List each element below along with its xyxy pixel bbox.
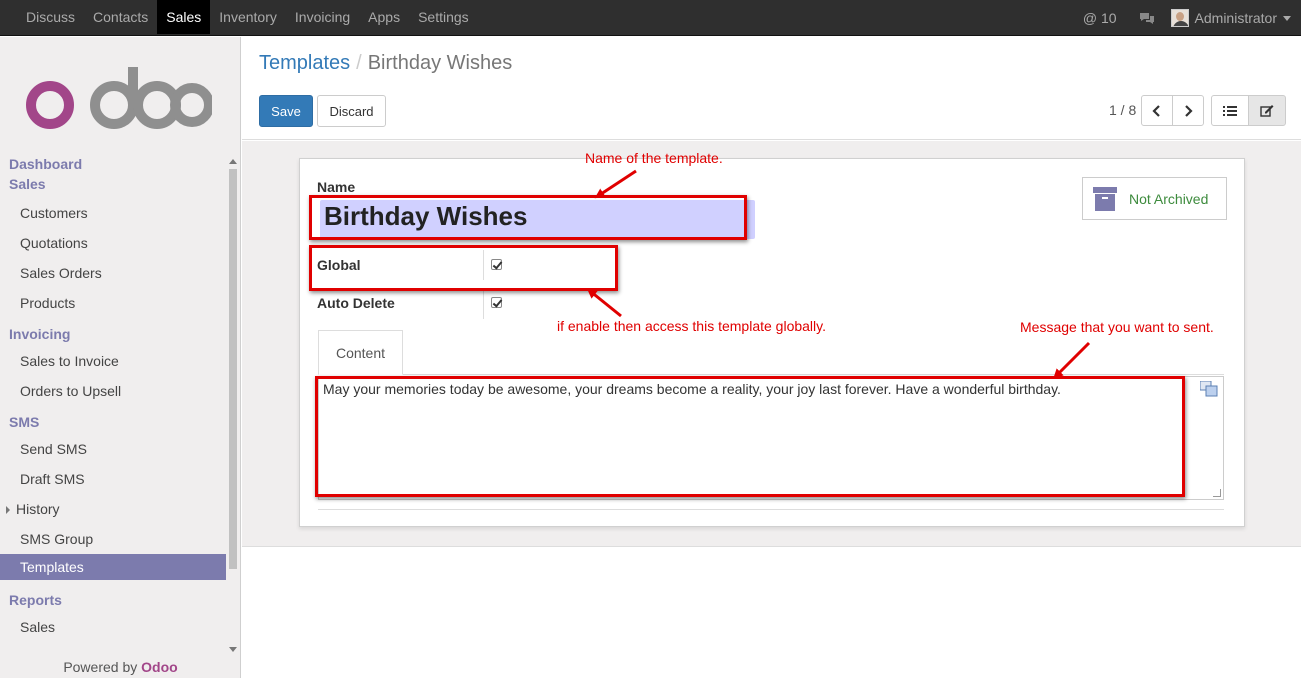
- sidebar-item-quotations[interactable]: Quotations: [0, 228, 226, 258]
- sidebar-item-customers[interactable]: Customers: [0, 198, 226, 228]
- scroll-up-icon[interactable]: [229, 159, 237, 164]
- sidebar-header-sales[interactable]: Sales: [0, 174, 226, 194]
- translate-icon[interactable]: [1199, 380, 1218, 397]
- user-avatar[interactable]: [1170, 9, 1189, 27]
- sidebar-item-orders-to-upsell[interactable]: Orders to Upsell: [0, 376, 226, 406]
- sidebar-item-send-sms[interactable]: Send SMS: [0, 434, 226, 464]
- chevron-left-icon: [1152, 104, 1160, 117]
- annotation-note-content: Message that you want to sent.: [1020, 319, 1214, 335]
- sidebar-item-draft-sms[interactable]: Draft SMS: [0, 464, 226, 494]
- sidebar-header-dashboard[interactable]: Dashboard: [0, 154, 226, 174]
- pager-next-button[interactable]: [1172, 95, 1204, 126]
- annotation-note-global: if enable then access this template glob…: [557, 318, 827, 334]
- scroll-down-icon[interactable]: [229, 647, 237, 652]
- chevron-right-icon: [1185, 104, 1193, 117]
- chevron-down-icon[interactable]: [1283, 15, 1291, 21]
- scrollbar-thumb[interactable]: [229, 169, 237, 569]
- annotation-highlight-content: [315, 376, 1185, 497]
- powered-by-text: Powered by: [63, 659, 138, 675]
- odoo-logo[interactable]: [26, 63, 214, 133]
- sidebar-item-templates[interactable]: Templates: [0, 554, 226, 580]
- sheet-divider: [318, 509, 1224, 510]
- powered-by-brand[interactable]: Odoo: [141, 659, 178, 675]
- main-content: Templates / Birthday Wishes Save Discard 1…: [242, 37, 1301, 678]
- menu-invoicing[interactable]: Invoicing: [286, 0, 359, 34]
- discard-button[interactable]: Discard: [317, 95, 386, 127]
- breadcrumb-templates[interactable]: Templates: [259, 52, 350, 74]
- sidebar-item-history-label: History: [16, 501, 60, 517]
- powered-by: Powered by Odoo: [0, 659, 241, 675]
- sidebar-scrollbar[interactable]: [227, 155, 239, 655]
- sidebar-item-sales-orders[interactable]: Sales Orders: [0, 258, 226, 288]
- annotation-highlight-name: [309, 195, 747, 240]
- archive-toggle-button[interactable]: Not Archived: [1082, 177, 1227, 220]
- sidebar-item-products[interactable]: Products: [0, 288, 226, 318]
- tab-bar: [318, 374, 1224, 375]
- list-icon: [1223, 105, 1237, 116]
- sidebar-header-invoicing[interactable]: Invoicing: [0, 324, 226, 344]
- control-panel: Templates / Birthday Wishes Save Discard 1…: [242, 37, 1301, 140]
- sidebar-menu: Dashboard Sales Customers Quotations Sal…: [0, 154, 226, 642]
- resize-handle[interactable]: [1213, 489, 1221, 497]
- archive-status: Not Archived: [1129, 190, 1209, 207]
- save-button[interactable]: Save: [259, 95, 313, 127]
- user-menu[interactable]: Administrator: [1195, 10, 1277, 26]
- sidebar-item-reports-sales[interactable]: Sales: [0, 612, 226, 642]
- mentions-counter[interactable]: @ 10: [1083, 10, 1117, 26]
- auto-delete-label: Auto Delete: [317, 295, 395, 311]
- pager-value[interactable]: 1 / 8: [1109, 102, 1136, 118]
- annotation-highlight-global: [309, 245, 618, 291]
- tab-content[interactable]: Content: [318, 330, 403, 375]
- caret-right-icon[interactable]: [6, 506, 10, 515]
- sidebar-item-sales-to-invoice[interactable]: Sales to Invoice: [0, 346, 226, 376]
- archive-icon: [1093, 186, 1117, 211]
- sidebar-header-sms[interactable]: SMS: [0, 412, 226, 432]
- breadcrumb: Templates / Birthday Wishes: [259, 52, 512, 75]
- breadcrumb-separator: /: [356, 52, 362, 74]
- field-separator: [483, 289, 484, 319]
- menu-sales[interactable]: Sales: [157, 0, 211, 34]
- menu-discuss[interactable]: Discuss: [17, 0, 84, 34]
- menu-contacts[interactable]: Contacts: [84, 0, 157, 34]
- annotation-note-name: Name of the template.: [585, 150, 723, 166]
- name-label: Name: [317, 179, 356, 195]
- sidebar-header-reports[interactable]: Reports: [0, 590, 226, 610]
- sidebar-item-sms-group[interactable]: SMS Group: [0, 524, 226, 554]
- form-view-button[interactable]: [1248, 95, 1286, 126]
- top-navbar: Discuss Contacts Sales Inventory Invoici…: [0, 0, 1301, 36]
- app-menu: Discuss Contacts Sales Inventory Invoici…: [17, 0, 478, 36]
- breadcrumb-current: Birthday Wishes: [367, 52, 513, 74]
- pager-previous-button[interactable]: [1141, 95, 1173, 126]
- menu-inventory[interactable]: Inventory: [210, 0, 286, 34]
- sidebar: Dashboard Sales Customers Quotations Sal…: [0, 37, 241, 678]
- menu-apps[interactable]: Apps: [359, 0, 409, 34]
- auto-delete-checkbox[interactable]: [491, 297, 502, 308]
- chat-icon[interactable]: [1139, 12, 1155, 25]
- sidebar-item-history[interactable]: History: [0, 494, 226, 524]
- list-view-button[interactable]: [1211, 95, 1249, 126]
- edit-icon: [1260, 105, 1274, 117]
- systray: @ 10 Administrator: [1083, 0, 1291, 36]
- menu-settings[interactable]: Settings: [409, 0, 478, 34]
